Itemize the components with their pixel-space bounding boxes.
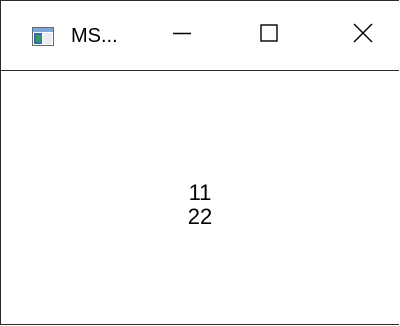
minimize-icon [172, 23, 192, 48]
content-line-2: 22 [187, 204, 213, 229]
maximize-button[interactable] [229, 1, 309, 70]
minimize-button[interactable] [142, 1, 222, 70]
window-app-icon[interactable] [32, 27, 54, 46]
content-line-1: 11 [188, 180, 212, 205]
window-title: MS... [71, 25, 118, 47]
close-icon [352, 22, 374, 49]
close-button[interactable] [323, 1, 400, 70]
client-area: 11 22 [1, 71, 399, 324]
title-bar[interactable]: MS... [1, 1, 399, 71]
app-window: MS... 11 22 [0, 0, 399, 325]
maximize-icon [259, 23, 279, 48]
